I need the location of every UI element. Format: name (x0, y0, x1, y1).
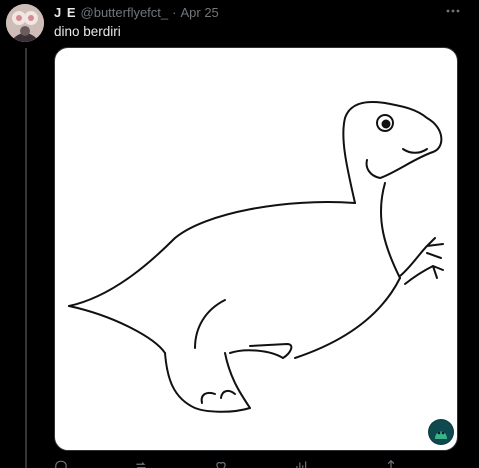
share-icon[interactable] (384, 459, 398, 468)
post-date[interactable]: Apr 25 (180, 5, 218, 20)
post-text: dino berdiri (54, 24, 121, 39)
dinosaur-drawing (68, 100, 444, 413)
repost-icon[interactable] (134, 459, 148, 468)
thread-line (25, 48, 27, 468)
separator: · (172, 4, 177, 20)
avatar[interactable] (6, 4, 44, 42)
watermark-badge (428, 419, 454, 445)
avatar-image (6, 4, 44, 42)
action-bar (54, 459, 458, 468)
like-icon[interactable] (214, 459, 228, 468)
display-name[interactable]: J E (54, 5, 77, 20)
views-icon[interactable] (294, 459, 308, 468)
post-header: J E @butterflyefct_ · Apr 25 (54, 4, 219, 20)
post-media[interactable] (54, 47, 458, 451)
user-handle[interactable]: @butterflyefct_ (81, 5, 169, 20)
more-icon[interactable] (444, 3, 462, 19)
reply-icon[interactable] (54, 459, 68, 468)
